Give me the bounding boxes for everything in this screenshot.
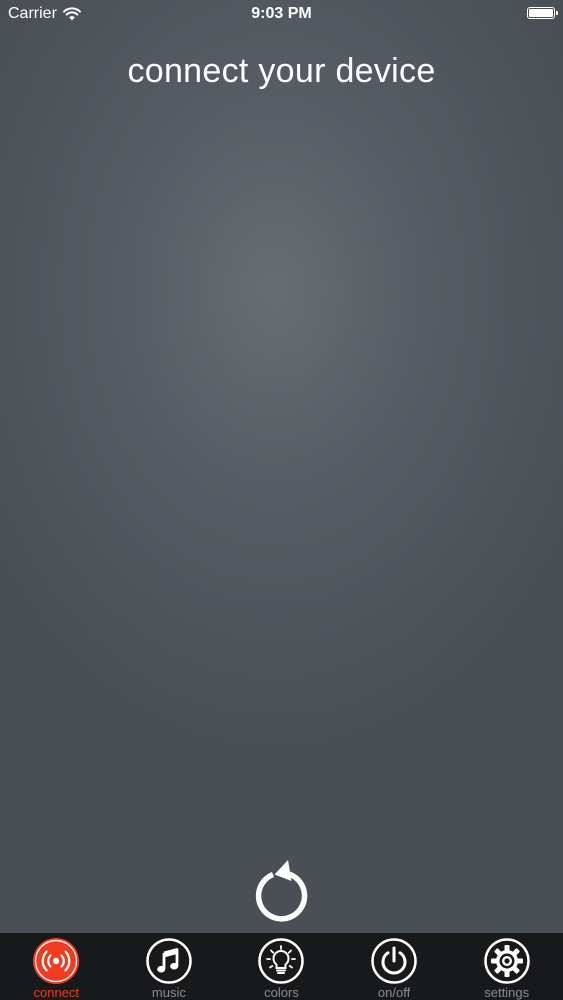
tab-label: settings <box>484 985 530 1000</box>
tab-music[interactable]: music <box>113 933 226 1000</box>
music-note-icon <box>146 938 192 984</box>
tab-connect[interactable]: connect <box>0 933 113 1000</box>
light-bulb-icon <box>258 938 305 984</box>
gear-icon <box>483 938 530 984</box>
tab-label: on/off <box>377 985 411 1000</box>
status-bar: Carrier 9:03 PM <box>0 0 563 30</box>
refresh-icon <box>255 860 308 922</box>
tab-label: connect <box>33 985 80 1000</box>
tab-colors[interactable]: colors <box>225 933 338 1000</box>
tab-settings[interactable]: settings <box>450 933 563 1000</box>
tab-on-off[interactable]: on/off <box>338 933 451 1000</box>
status-time: 9:03 PM <box>251 5 312 22</box>
power-icon <box>371 938 417 984</box>
battery-icon <box>527 7 558 19</box>
app-screen: Carrier 9:03 PM connect your device conn… <box>0 0 563 1000</box>
page-title: connect your device <box>127 52 436 90</box>
refresh-button[interactable] <box>251 860 311 926</box>
tab-bar: connect music colors on/off settings <box>0 933 563 1000</box>
broadcast-icon <box>33 938 80 984</box>
tab-label: colors <box>264 985 299 1000</box>
tab-label: music <box>151 985 186 1000</box>
